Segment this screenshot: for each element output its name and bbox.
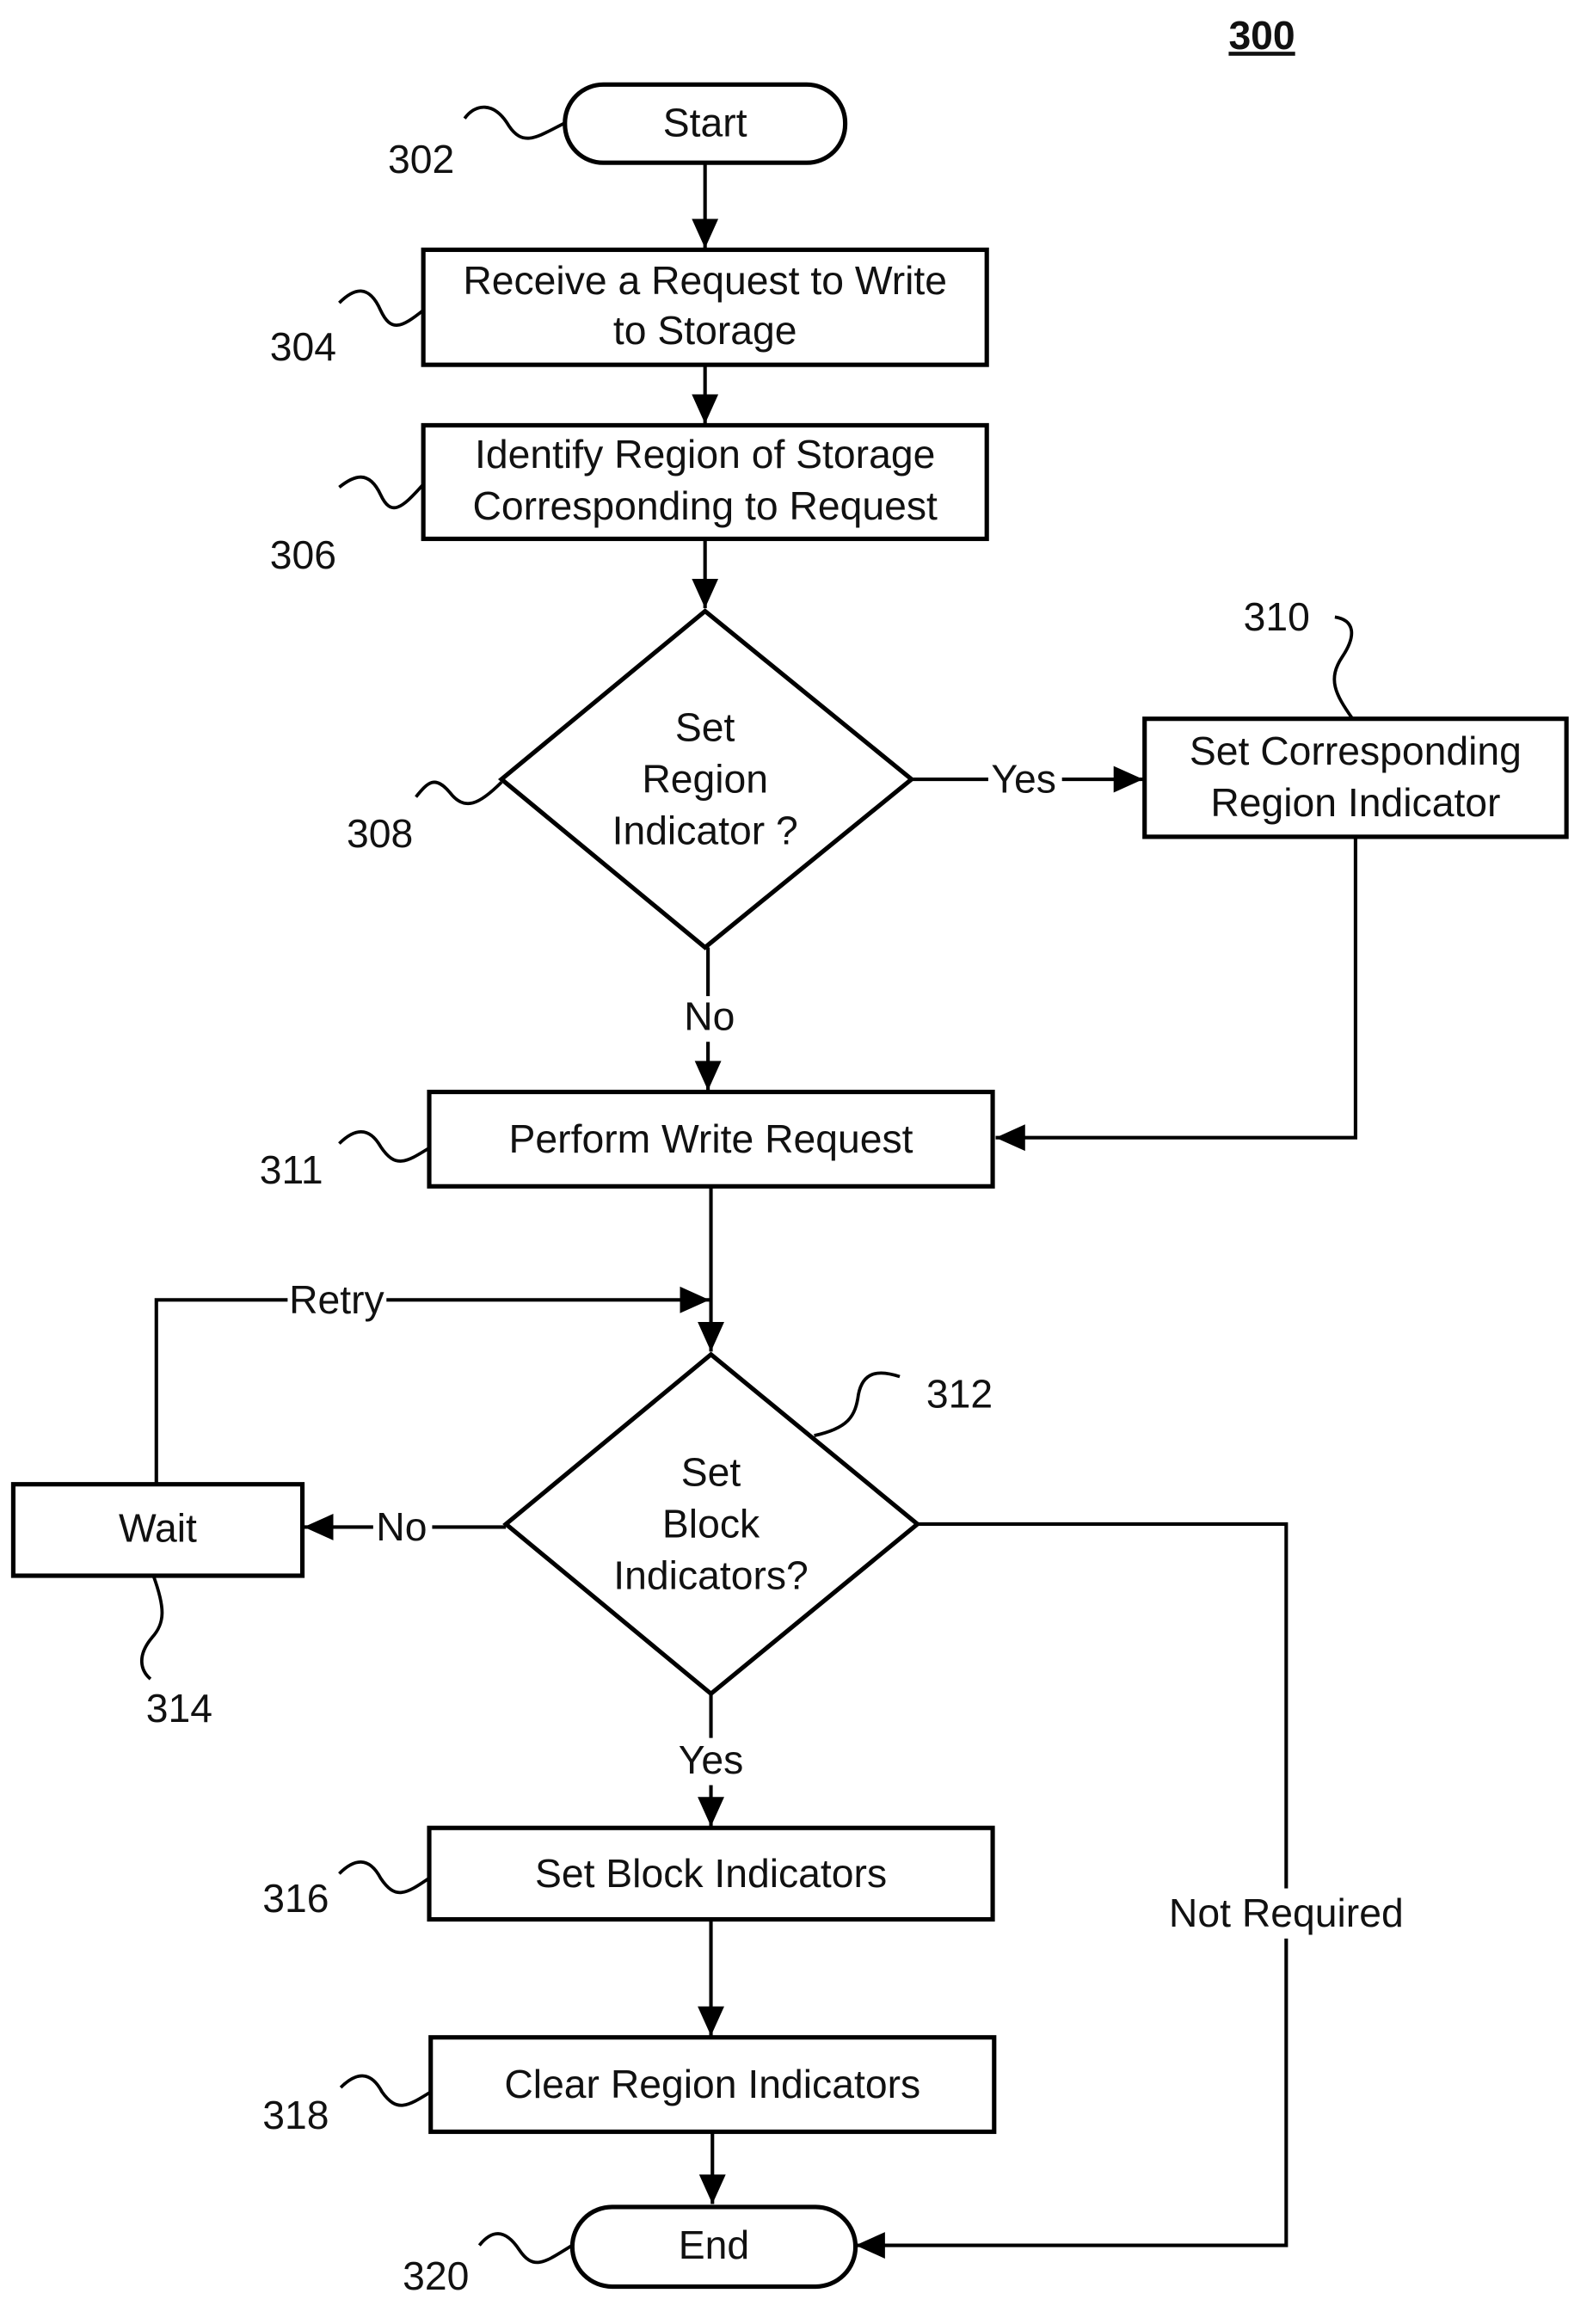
ref-leader-316 — [338, 1860, 431, 1895]
ref-310: 310 — [1244, 594, 1310, 639]
label-yes-312: Yes — [679, 1737, 744, 1782]
edge-retry-a — [154, 1298, 288, 1485]
ref-316: 316 — [262, 1876, 329, 1921]
ref-leader-318 — [339, 2074, 432, 2107]
ref-320: 320 — [403, 2253, 469, 2298]
ref-leader-310 — [1332, 615, 1355, 720]
ref-304: 304 — [270, 324, 336, 369]
start-label: Start — [663, 100, 747, 144]
label-yes-308: Yes — [991, 756, 1056, 801]
ref-306: 306 — [270, 532, 336, 577]
ref-leader-308 — [415, 780, 503, 806]
ref-312: 312 — [926, 1372, 993, 1417]
ref-leader-304 — [338, 289, 425, 327]
set-block-label: Set Block Indicators — [535, 1851, 887, 1896]
set-region-line-2: Region Indicator — [1210, 780, 1500, 825]
end-label: End — [679, 2223, 749, 2267]
ref-leader-320 — [477, 2232, 574, 2265]
ref-leader-314 — [139, 1575, 164, 1681]
identify-line-1: Identify Region of Storage — [475, 432, 935, 476]
ref-leader-312 — [814, 1371, 901, 1437]
label-no-312: No — [376, 1504, 427, 1549]
ref-leader-306 — [338, 475, 425, 510]
receive-line-1: Receive a Request to Write — [463, 258, 947, 303]
clear-region-label: Clear Region Indicators — [504, 2062, 920, 2106]
wait-label: Wait — [119, 1506, 197, 1551]
ref-318: 318 — [262, 2093, 329, 2137]
identify-line-2: Corresponding to Request — [472, 483, 938, 528]
edge-set-region-to-perform — [995, 836, 1357, 1152]
label-no-308: No — [684, 994, 735, 1039]
set-region-line-1: Set Corresponding — [1190, 729, 1522, 773]
decision-312-line-1: Set — [681, 1449, 741, 1494]
decision-308-line-1: Set — [675, 704, 735, 749]
decision-312-line-2: Block — [662, 1501, 760, 1546]
ref-314: 314 — [146, 1686, 212, 1731]
decision-308-line-2: Region — [642, 756, 768, 801]
ref-302: 302 — [388, 137, 454, 181]
ref-leader-302 — [463, 105, 566, 140]
ref-308: 308 — [347, 811, 413, 856]
decision-312-line-3: Indicators? — [613, 1552, 808, 1597]
decision-308-line-3: Indicator ? — [612, 808, 798, 852]
receive-line-2: to Storage — [613, 308, 797, 353]
figure-number: 300 — [1228, 13, 1295, 58]
ref-leader-311 — [338, 1130, 431, 1163]
label-not-required: Not Required — [1169, 1891, 1404, 1935]
label-retry: Retry — [289, 1277, 384, 1322]
ref-311: 311 — [260, 1147, 323, 1192]
perform-label: Perform Write Request — [509, 1116, 913, 1161]
flowchart: 300 Start 302 Receive a Request to Write… — [10, 13, 1569, 2298]
